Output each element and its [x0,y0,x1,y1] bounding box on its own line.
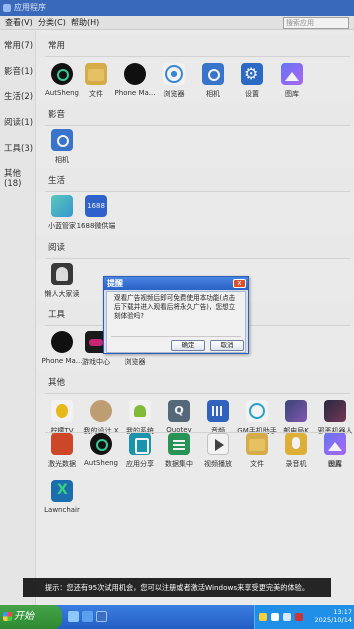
menu-help[interactable]: 帮助(H) [71,16,99,30]
quotev-icon: Q [168,400,190,422]
quicklaunch-desktop-icon[interactable] [68,611,79,622]
close-icon[interactable]: x [233,279,246,288]
quicklaunch-app-icon[interactable] [96,611,107,622]
sidebar-item-other[interactable]: 其他(18) [4,167,35,189]
gear-icon [241,63,263,85]
folder-icon [246,433,268,455]
dataset-icon [168,433,190,455]
app-share[interactable]: 应用分享 [121,433,159,479]
taskbar: 开始 13:17 2025/10/14 [0,605,354,629]
app-video-player[interactable]: 视频播放 [199,433,237,479]
app-autsheng-other[interactable]: AutSheng [82,433,120,479]
sidebar-item-reading[interactable]: 阅读(1) [4,116,33,128]
search-input[interactable]: 搜索应用 [283,17,349,29]
phone-manager-icon [51,331,73,353]
app-window-icon [3,4,11,12]
notification-icon[interactable] [259,613,267,621]
autsheng-icon [51,63,73,85]
section-header-common: 常用 [37,33,354,57]
camera-icon [202,63,224,85]
phone-manager-icon [124,63,146,85]
folder-icon [85,63,107,85]
app-anime-data[interactable]: 激光数据 [43,433,81,479]
category-sidebar: 常用(7) 影音(1) 生活(2) 阅读(1) 工具(3) 其他(18) [0,31,36,605]
app-files-other[interactable]: 文件 [238,433,276,479]
app-gallery-other[interactable]: 图库 [316,433,354,479]
anime-robot-icon [324,400,346,422]
fox-icon [90,400,112,422]
sidebar-item-tools[interactable]: 工具(3) [4,142,33,154]
clock[interactable]: 13:17 2025/10/14 [315,608,352,624]
wifi-icon[interactable] [271,613,279,621]
window-title: 应用程序 [14,3,46,12]
microphone-icon [285,433,307,455]
clock-time: 13:17 [333,608,352,616]
menu-category[interactable]: 分类(C) [38,16,66,30]
sidebar-item-media[interactable]: 影音(1) [4,65,33,77]
volume-icon[interactable] [283,613,291,621]
brand-1688-icon: 1688 [85,195,107,217]
dialog-message: 观看广告视频后即可免费使用本功能(点击后下载并进入观看后将永久广告)，您想立刻体… [114,294,236,320]
tv-mascot-icon [51,195,73,217]
section-header-media: 影音 [37,102,354,126]
clock-date: 2025/10/14 [314,616,352,624]
autsheng-icon [90,433,112,455]
gallery-icon [324,433,346,455]
sidebar-item-life[interactable]: 生活(2) [4,90,33,102]
gm-icon [246,400,268,422]
gallery-icon [281,63,303,85]
lemon-icon [51,400,73,422]
audio-wave-icon [207,400,229,422]
share-icon [129,433,151,455]
antivirus-icon[interactable] [295,613,303,621]
ok-button[interactable]: 确定 [171,340,205,351]
cancel-button[interactable]: 取消 [210,340,244,351]
sidebar-item-common[interactable]: 常用(7) [4,39,33,51]
system-tray: 13:17 2025/10/14 [254,605,354,629]
section-header-reading: 阅读 [37,235,354,259]
section-header-other: 其他 [37,370,354,394]
dialog-title: 提醒 [104,277,248,290]
browser-icon [163,63,185,85]
app-recorder[interactable]: 录音机 [277,433,315,479]
trial-notice-toast: 提示：您还有95次试用机会，您可以注册或者激活Windows来享受更完美的体验。 [23,578,331,597]
dialog-body: 观看广告视频后即可免费使用本功能(点击后下载并进入观看后将永久广告)，您想立刻体… [106,291,246,353]
app-dataset[interactable]: 数据集中 [160,433,198,479]
bird-icon [51,433,73,455]
menu-view[interactable]: 查看(V) [5,16,33,30]
quicklaunch-window-icon[interactable] [82,611,93,622]
app-lawnchair[interactable]: Lawnchair [43,480,81,526]
section-header-life: 生活 [37,168,354,192]
lawnchair-icon [51,480,73,502]
ad-prompt-dialog: 提醒 x 观看广告视频后即可免费使用本功能(点击后下载并进入观看后将永久广告)，… [103,276,249,354]
window-title-bar: 应用程序 [0,0,354,16]
play-icon [207,433,229,455]
reader-ghost-icon [51,263,73,285]
start-button[interactable]: 开始 [0,605,62,629]
camera-icon [51,129,73,151]
anime-character-icon [285,400,307,422]
android-icon [129,400,151,422]
dialog-divider [111,336,241,337]
